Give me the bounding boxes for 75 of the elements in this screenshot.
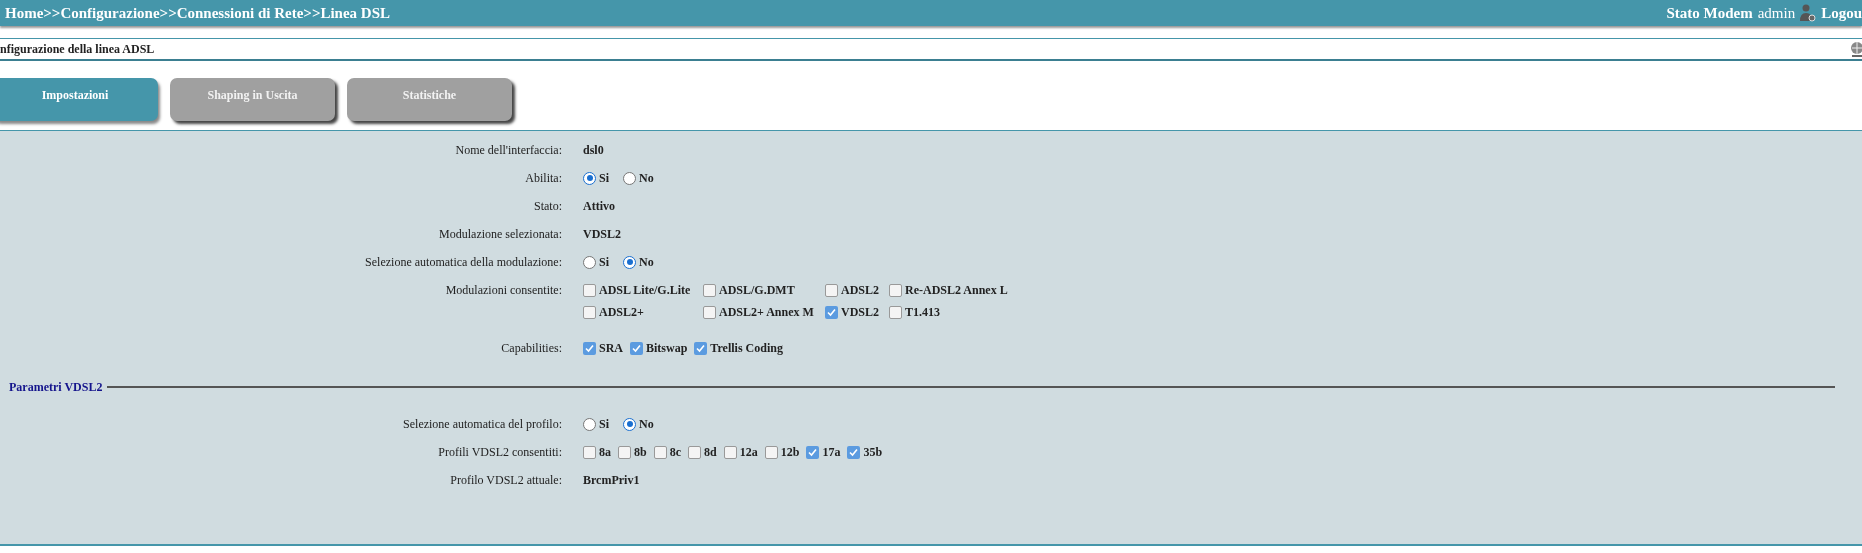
page-title: nfigurazione della linea ADSL xyxy=(0,41,155,58)
checkbox-label: T1.413 xyxy=(905,304,940,321)
field-label: Nome dell'interfaccia: xyxy=(454,142,562,159)
checkbox[interactable] xyxy=(723,445,737,459)
checkbox[interactable] xyxy=(583,341,596,355)
checkbox-label: 8b xyxy=(634,444,647,461)
field-label: Selezione automatica della modulazione: xyxy=(364,254,562,271)
status-link[interactable]: Stato Modem xyxy=(1666,1,1753,25)
username: admin xyxy=(1757,3,1796,23)
field-label: Modulazioni consentite: xyxy=(444,282,562,299)
radio-label: No xyxy=(639,170,654,187)
checkbox[interactable] xyxy=(889,283,902,297)
radio-button[interactable] xyxy=(623,255,636,269)
field-label: Abilita: xyxy=(524,170,562,187)
tab[interactable]: Shaping in Uscita xyxy=(170,78,335,121)
checkbox-label: 12b xyxy=(780,444,800,461)
radio-button[interactable] xyxy=(583,255,596,269)
checkbox-label: Re-ADSL2 Annex L xyxy=(905,282,1008,299)
checkbox-label: 8c xyxy=(669,444,681,461)
checkbox[interactable] xyxy=(764,445,778,459)
checkbox-label: 12a xyxy=(739,444,758,461)
breadcrumb: Home>>Configurazione>>Connessioni di Rete>>Linea DSL xyxy=(4,3,391,23)
field-label: Selezione automatica del profilo: xyxy=(402,416,562,433)
checkbox[interactable] xyxy=(703,283,716,297)
checkbox-label: 8a xyxy=(599,444,611,461)
field-label: Modulazione selezionata: xyxy=(438,226,562,243)
checkbox[interactable] xyxy=(847,445,861,459)
checkbox-label: Bitswap xyxy=(646,340,688,357)
radio-label: Si xyxy=(599,254,609,271)
radio-button[interactable] xyxy=(583,417,596,431)
radio-label: Si xyxy=(599,416,609,433)
checkbox-label: ADSL2 xyxy=(841,282,879,299)
checkbox[interactable] xyxy=(825,305,838,319)
field-value: BrcmPriv1 xyxy=(583,472,641,489)
field-label: Profili VDSL2 consentiti: xyxy=(437,444,562,461)
field-value: Attivo xyxy=(583,198,616,215)
checkbox[interactable] xyxy=(583,283,596,297)
checkbox-label: ADSL/G.DMT xyxy=(719,282,795,299)
checkbox[interactable] xyxy=(889,305,902,319)
checkbox[interactable] xyxy=(618,445,631,459)
field-label: Capabilities: xyxy=(500,340,562,357)
checkbox-label: ADSL2+ xyxy=(599,304,644,321)
checkbox[interactable] xyxy=(653,445,667,459)
globe-icon xyxy=(1850,41,1862,57)
checkbox[interactable] xyxy=(806,445,820,459)
checkbox-label: 8d xyxy=(704,444,717,461)
checkbox[interactable] xyxy=(630,341,643,355)
checkbox-label: ADSL2+ Annex M xyxy=(719,304,814,321)
checkbox[interactable] xyxy=(583,305,596,319)
field-label: Stato: xyxy=(533,198,562,215)
field-label: Profilo VDSL2 attuale: xyxy=(449,472,562,489)
field-value: VDSL2 xyxy=(583,226,622,243)
checkbox-label: VDSL2 xyxy=(841,304,879,321)
radio-label: No xyxy=(639,416,654,433)
field-value: dsl0 xyxy=(583,142,605,159)
tab[interactable]: Impostazioni xyxy=(0,78,158,121)
checkbox[interactable] xyxy=(703,305,716,319)
checkbox[interactable] xyxy=(825,283,838,297)
checkbox-label: ADSL Lite/G.Lite xyxy=(599,282,691,299)
checkbox[interactable] xyxy=(688,445,701,459)
radio-button[interactable] xyxy=(583,171,596,185)
radio-label: No xyxy=(639,254,654,271)
tab[interactable]: Statistiche xyxy=(347,78,512,121)
checkbox-label: Trellis Coding xyxy=(710,340,783,357)
checkbox-label: SRA xyxy=(599,340,623,357)
checkbox[interactable] xyxy=(583,445,596,459)
logout-link[interactable]: Logou xyxy=(1821,1,1862,25)
radio-button[interactable] xyxy=(623,417,636,431)
radio-label: Si xyxy=(599,170,609,187)
section-title: Parametri VDSL2 xyxy=(9,379,103,396)
checkbox[interactable] xyxy=(694,341,708,355)
checkbox-label: 35b xyxy=(863,444,883,461)
checkbox-label: 17a xyxy=(822,444,841,461)
radio-button[interactable] xyxy=(623,171,636,185)
user-settings-icon xyxy=(1800,4,1817,22)
